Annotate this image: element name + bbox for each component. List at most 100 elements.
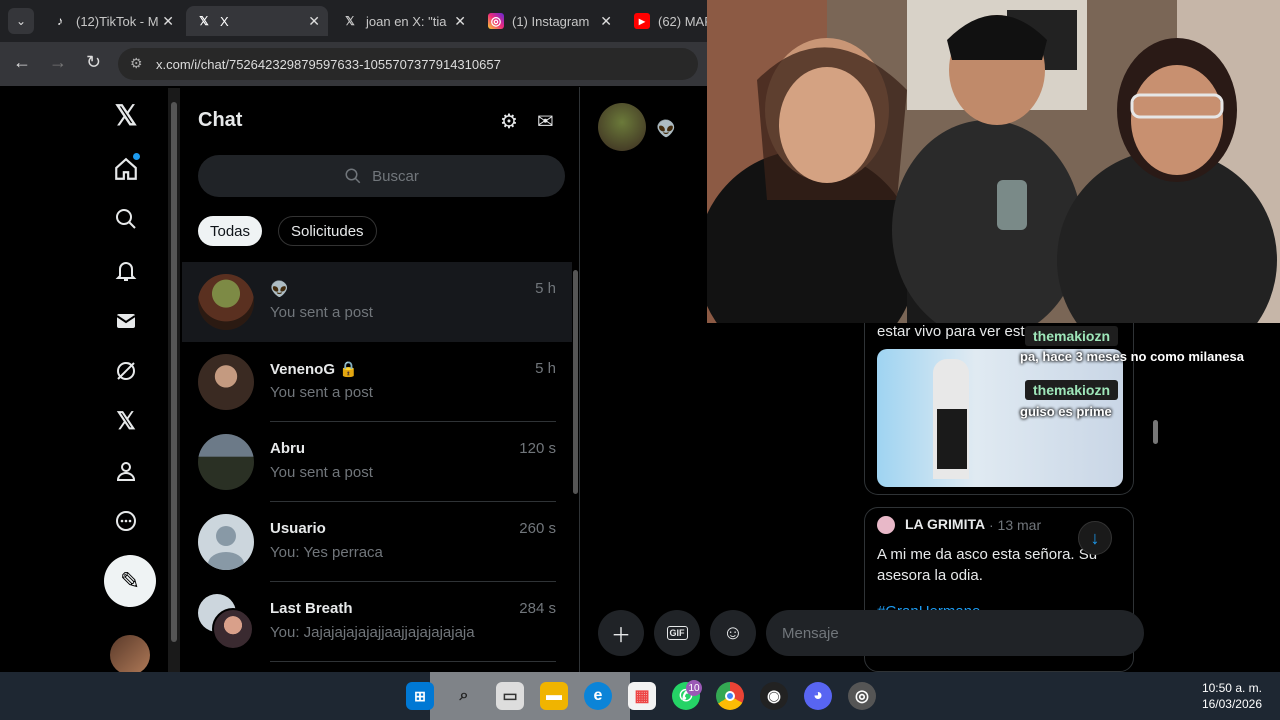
scrollbar-thumb[interactable] <box>171 102 177 642</box>
taskbar: ⊞ ⌕ ▭ ▬ e ▦ ✆ 10 ◉ ◕ ◎ 10:50 a. m. 16/03… <box>0 672 1280 720</box>
conversation-preview: You: Yes perraca <box>270 544 383 561</box>
webcam-scene <box>707 0 1280 323</box>
default-avatar <box>198 514 254 570</box>
post-author[interactable]: LA GRIMITA <box>905 516 985 532</box>
home-icon[interactable] <box>104 147 148 191</box>
browser-tab[interactable]: 𝕏 joan en X: "tia ✕ <box>332 6 474 36</box>
search-input[interactable]: Buscar <box>198 155 565 197</box>
message-input[interactable] <box>766 610 1144 656</box>
conversation-item[interactable]: VenenoG 🔒 5 h You sent a post <box>182 342 572 422</box>
post-image-figure <box>937 409 967 469</box>
youtube-icon: ▶ <box>634 13 650 29</box>
account-avatar[interactable] <box>110 635 150 675</box>
gif-button[interactable]: GIF <box>654 610 700 656</box>
conversation-name: Abru <box>270 440 305 457</box>
close-icon[interactable]: ✕ <box>600 13 612 30</box>
feather-plus-icon: ✎ <box>119 567 141 595</box>
compose-post-button[interactable]: ✎ <box>104 555 156 607</box>
edge-icon[interactable]: e <box>584 682 612 710</box>
chat-list-scrollbar[interactable] <box>570 262 580 672</box>
conversation-preview: You sent a post <box>270 464 373 481</box>
stream-chat-message: guiso es prime <box>1020 404 1112 419</box>
search-icon <box>345 168 361 184</box>
browser-tab[interactable]: ♪ (12)TikTok - M ✕ <box>42 6 182 36</box>
close-icon[interactable]: ✕ <box>454 13 466 30</box>
chat-list-panel: Chat ⚙ ✉ Buscar Todas Solicitudes 👽 5 h … <box>182 87 580 672</box>
conversation-item[interactable]: Abru 120 s You sent a post <box>182 422 572 502</box>
filter-requests-tab[interactable]: Solicitudes <box>278 216 377 246</box>
app-icon[interactable]: ◎ <box>848 682 876 710</box>
divider <box>270 661 556 662</box>
file-explorer-icon[interactable]: ▬ <box>540 682 568 710</box>
whatsapp-badge: 10 <box>686 680 702 696</box>
x-icon: 𝕏 <box>199 14 209 28</box>
conversation-item[interactable]: 👽 5 h You sent a post <box>182 262 572 342</box>
reload-icon[interactable]: ↻ <box>86 52 101 73</box>
scrollbar-thumb[interactable] <box>1153 420 1158 444</box>
scroll-to-bottom-button[interactable]: ↓ <box>1078 521 1112 555</box>
grok-icon[interactable] <box>104 349 148 393</box>
conversation-name: Last Breath <box>270 600 353 617</box>
x-logo-icon[interactable]: 𝕏 <box>104 93 148 137</box>
browser-tab-active[interactable]: 𝕏 X ✕ <box>186 6 328 36</box>
more-icon[interactable] <box>104 499 148 543</box>
mail-icon[interactable] <box>104 299 148 343</box>
conversation-avatar <box>198 274 254 330</box>
conversation-name: VenenoG 🔒 <box>270 361 358 378</box>
post-date: · 13 mar <box>989 517 1042 533</box>
store-icon[interactable]: ▦ <box>628 682 656 710</box>
plus-icon: ＋ <box>611 624 631 647</box>
tiktok-icon: ♪ <box>57 14 63 28</box>
chrome-icon[interactable] <box>716 682 744 710</box>
windows-start-icon[interactable]: ⊞ <box>406 682 434 710</box>
search-icon[interactable]: ⌕ <box>450 682 478 710</box>
conversation-name: Usuario <box>270 520 326 537</box>
conversation-item[interactable]: Last Breath 284 s You: Jajajajajajajjaaj… <box>182 582 572 662</box>
conversation-time: 284 s <box>519 600 556 617</box>
conversation-header-name[interactable]: 👽 <box>656 119 676 139</box>
profile-icon[interactable] <box>104 449 148 493</box>
new-message-icon[interactable]: ✉ <box>537 109 554 134</box>
instagram-icon: ◎ <box>488 13 504 29</box>
filter-all-tab[interactable]: Todas <box>198 216 263 246</box>
tab-list-button[interactable]: ⌄ <box>8 8 34 34</box>
sidebar-scrollbar[interactable] <box>168 88 180 672</box>
conversation-avatar <box>198 434 254 490</box>
conversation-time: 260 s <box>519 520 556 537</box>
site-info-icon[interactable]: ⚙ <box>130 55 143 72</box>
add-attachment-button[interactable]: ＋ <box>598 610 644 656</box>
emoji-icon: ☺ <box>722 621 744 644</box>
arrow-down-icon: ↓ <box>1090 527 1100 548</box>
bell-icon[interactable] <box>104 249 148 293</box>
url-field[interactable]: ⚙ x.com/i/chat/752642329879597633-105570… <box>118 48 698 80</box>
gif-icon: GIF <box>666 626 688 640</box>
x-premium-icon[interactable]: 𝕏 <box>104 399 148 443</box>
conversation-name: 👽 <box>270 281 289 298</box>
conversation-scrollbar[interactable] <box>1150 320 1160 672</box>
browser-tab[interactable]: ◎ (1) Instagram ✕ <box>478 6 620 36</box>
notification-dot <box>133 153 140 160</box>
back-icon[interactable]: ← <box>13 52 31 73</box>
x-sidebar-nav: 𝕏 𝕏 ✎ <box>0 87 168 675</box>
stream-chat-username: themakiozn <box>1025 380 1119 400</box>
discord-icon[interactable]: ◕ <box>804 682 832 710</box>
emoji-button[interactable]: ☺ <box>710 610 756 656</box>
close-icon[interactable]: ✕ <box>308 13 320 30</box>
conversation-time: 5 h <box>535 360 556 377</box>
url-text: x.com/i/chat/752642329879597633-10557073… <box>156 56 501 72</box>
settings-gear-icon[interactable]: ⚙ <box>500 109 518 134</box>
conversation-preview: You sent a post <box>270 384 373 401</box>
conversation-item[interactable]: Usuario 260 s You: Yes perraca <box>182 502 572 582</box>
search-icon[interactable] <box>104 197 148 241</box>
close-icon[interactable]: ✕ <box>162 13 174 30</box>
browser-tab[interactable]: ▶ (62) MARC <box>624 6 707 36</box>
obs-icon[interactable]: ◉ <box>760 682 788 710</box>
system-clock[interactable]: 10:50 a. m. 16/03/2026 <box>1202 680 1262 712</box>
stream-chat-message: pa, hace 3 meses no como milanesa <box>1020 349 1244 364</box>
x-icon: 𝕏 <box>345 14 355 28</box>
task-view-icon[interactable]: ▭ <box>496 682 524 710</box>
forward-icon[interactable]: → <box>49 52 67 73</box>
scrollbar-thumb[interactable] <box>573 270 578 494</box>
post-text: estar vivo para ver esto <box>877 323 1033 340</box>
conversation-header-avatar[interactable] <box>598 103 646 151</box>
